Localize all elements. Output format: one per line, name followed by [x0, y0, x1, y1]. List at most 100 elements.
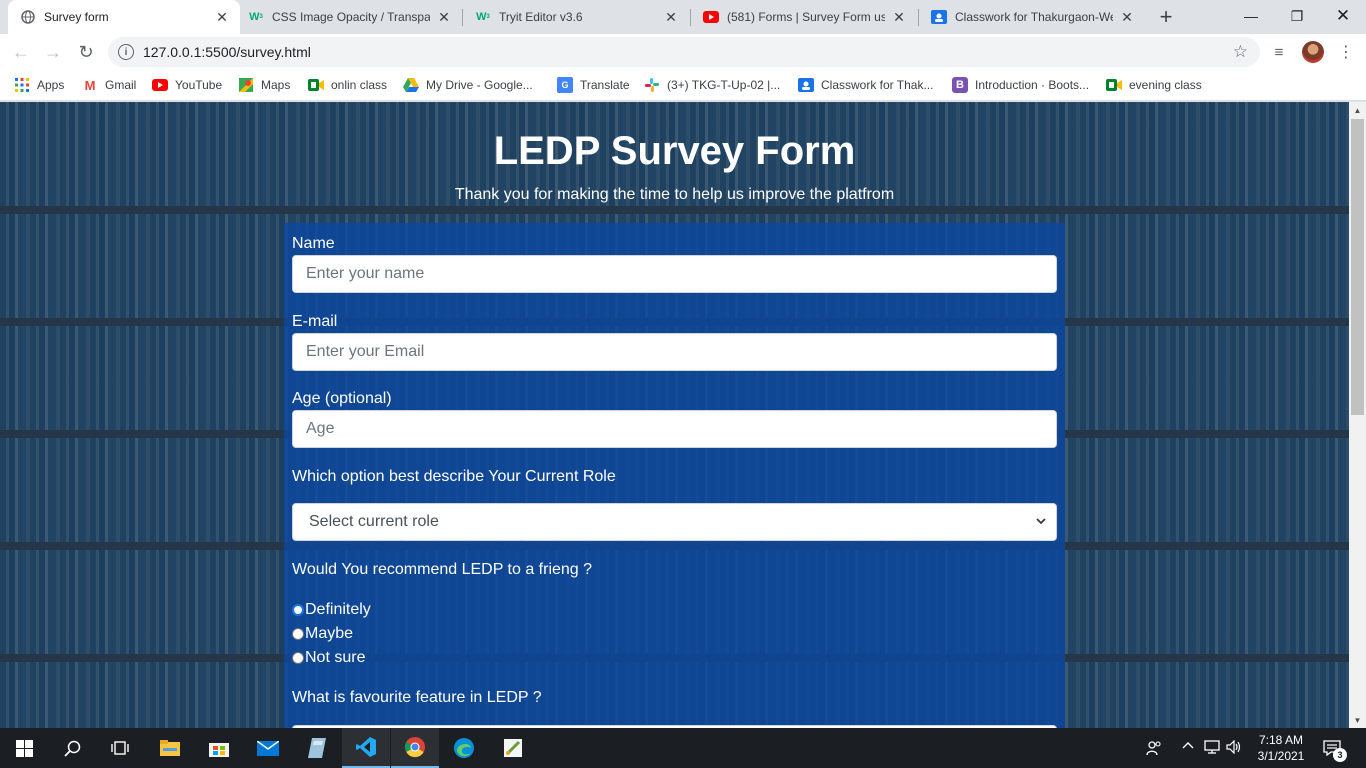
bookmark-maps[interactable]: Maps — [238, 76, 290, 94]
back-button[interactable]: ← — [8, 39, 34, 65]
file-explorer-icon[interactable] — [146, 728, 194, 768]
bookmark-label: (3+) TKG-T-Up-02 |... — [667, 78, 781, 92]
name-input[interactable]: Enter your name — [292, 255, 1057, 293]
bootstrap-icon: B — [952, 77, 968, 93]
new-tab-button[interactable]: + — [1154, 4, 1178, 29]
close-icon[interactable]: ✕ — [663, 9, 679, 25]
role-select[interactable]: Select current role — [292, 503, 1057, 541]
edge-icon[interactable] — [440, 728, 488, 768]
radio-button[interactable] — [292, 604, 304, 616]
radio-definitely[interactable]: Definitely — [292, 601, 371, 619]
scroll-down-arrow-icon[interactable]: ▼ — [1349, 712, 1366, 728]
bookmark-label: evening class — [1129, 78, 1202, 92]
bookmark-label: Translate — [580, 78, 630, 92]
store-icon[interactable] — [195, 728, 243, 768]
volume-icon[interactable] — [1226, 739, 1242, 757]
maps-icon — [238, 77, 254, 93]
w3schools-icon: W3 — [476, 11, 490, 23]
scrollbar-thumb[interactable] — [1351, 119, 1364, 415]
page-viewport: LEDP Survey Form Thank you for making th… — [0, 102, 1349, 728]
address-bar[interactable]: i 127.0.0.1:5500/survey.html ☆ — [108, 37, 1260, 67]
paint-app-icon[interactable] — [489, 728, 537, 768]
windows-taskbar: 7:18 AM 3/1/2021 3 — [0, 728, 1366, 768]
tab-title: Classwork for Thakurgaon-Web — [955, 10, 1113, 24]
youtube-icon — [703, 9, 719, 25]
browser-toolbar: ← → ↻ i 127.0.0.1:5500/survey.html ☆ ≡ ⋮ — [0, 34, 1366, 70]
close-icon[interactable]: ✕ — [891, 9, 907, 25]
bookmark-label: onlin class — [331, 78, 388, 92]
bookmark-youtube[interactable]: YouTube — [152, 76, 222, 94]
bookmark-label: My Drive - Google... — [426, 78, 533, 92]
gmail-icon: M — [84, 77, 96, 93]
bookmark-classwork[interactable]: Classwork for Thak... — [798, 76, 933, 94]
profile-avatar[interactable] — [1302, 41, 1324, 63]
bookmark-apps[interactable]: Apps — [14, 76, 64, 94]
vscode-icon[interactable] — [342, 728, 390, 768]
tab-classwork[interactable]: Classwork for Thakurgaon-Web ✕ — [919, 0, 1145, 34]
tab-css-opacity[interactable]: W3 CSS Image Opacity / Transparency ✕ — [236, 0, 462, 34]
bookmark-onlin-class[interactable]: onlin class — [308, 76, 387, 94]
chevron-up-icon[interactable] — [1182, 740, 1194, 755]
radio-label: Maybe — [305, 625, 354, 642]
reading-list-icon[interactable]: ≡ — [1269, 42, 1289, 62]
feature-label: What is favourite feature in LEDP ? — [292, 689, 542, 706]
people-icon[interactable] — [1146, 740, 1162, 759]
tab-title: Tryit Editor v3.6 — [499, 10, 583, 24]
bookmark-evening-class[interactable]: evening class — [1106, 76, 1202, 94]
bookmark-slack[interactable]: (3+) TKG-T-Up-02 |... — [644, 76, 780, 94]
radio-maybe[interactable]: Maybe — [292, 625, 353, 643]
bookmark-label: Apps — [37, 78, 65, 92]
bookmark-translate[interactable]: G Translate — [557, 76, 630, 94]
meet-icon — [308, 77, 324, 93]
radio-button[interactable] — [292, 628, 304, 640]
tab-title: CSS Image Opacity / Transparency — [272, 10, 430, 24]
tab-youtube-forms[interactable]: (581) Forms | Survey Form using ✕ — [691, 0, 917, 34]
taskbar-clock[interactable]: 7:18 AM 3/1/2021 — [1250, 732, 1312, 764]
email-input[interactable]: Enter your Email — [292, 333, 1057, 371]
restore-button[interactable]: ❐ — [1274, 0, 1320, 32]
page-subtitle: Thank you for making the time to help us… — [454, 186, 895, 203]
reload-button[interactable]: ↻ — [73, 39, 99, 65]
bookmark-label: Classwork for Thak... — [821, 78, 934, 92]
minimize-button[interactable]: — — [1228, 0, 1274, 32]
age-input[interactable]: Age — [292, 410, 1057, 448]
apps-grid-icon — [14, 77, 30, 93]
radio-button[interactable] — [292, 652, 304, 664]
search-icon[interactable] — [48, 728, 96, 768]
radio-not-sure[interactable]: Not sure — [292, 649, 365, 667]
close-icon[interactable]: ✕ — [1119, 9, 1135, 25]
name-label: Name — [292, 235, 335, 252]
tab-title: (581) Forms | Survey Form using — [727, 10, 885, 24]
bookmark-my-drive[interactable]: My Drive - Google... — [403, 76, 533, 94]
bookmark-bootstrap[interactable]: B Introduction · Boots... — [952, 76, 1089, 94]
site-info-icon[interactable]: i — [118, 44, 134, 60]
task-view-icon[interactable] — [96, 728, 144, 768]
slack-icon — [644, 77, 660, 93]
tab-tryit-editor[interactable]: W3 Tryit Editor v3.6 ✕ — [463, 0, 689, 34]
tab-strip: Survey form ✕ W3 CSS Image Opacity / Tra… — [0, 0, 1366, 34]
radio-label: Definitely — [305, 601, 371, 618]
globe-icon — [20, 9, 36, 25]
notepad-icon[interactable] — [293, 728, 341, 768]
page-scrollbar[interactable]: ▲ ▼ — [1349, 102, 1366, 728]
drive-icon — [403, 77, 419, 93]
chrome-icon[interactable] — [391, 728, 439, 768]
chevron-down-icon — [1036, 514, 1046, 529]
email-label: E-mail — [292, 313, 338, 330]
network-icon[interactable] — [1204, 740, 1220, 757]
bookmark-label: Introduction · Boots... — [975, 78, 1090, 92]
tab-survey-form[interactable]: Survey form ✕ — [8, 0, 240, 34]
page-title: LEDP Survey Form — [493, 129, 856, 173]
bookmark-star-icon[interactable]: ☆ — [1233, 42, 1248, 62]
bookmark-label: Gmail — [105, 78, 137, 92]
close-icon[interactable]: ✕ — [214, 9, 230, 25]
address-url: 127.0.0.1:5500/survey.html — [143, 44, 311, 60]
window-close-button[interactable]: ✕ — [1320, 0, 1366, 32]
mail-icon[interactable] — [244, 728, 292, 768]
bookmark-gmail[interactable]: M Gmail — [82, 76, 137, 94]
forward-button[interactable]: → — [40, 39, 66, 65]
windows-start-icon[interactable] — [0, 728, 48, 768]
scroll-up-arrow-icon[interactable]: ▲ — [1349, 102, 1366, 118]
close-icon[interactable]: ✕ — [436, 9, 452, 25]
menu-kebab-icon[interactable]: ⋮ — [1336, 42, 1356, 62]
